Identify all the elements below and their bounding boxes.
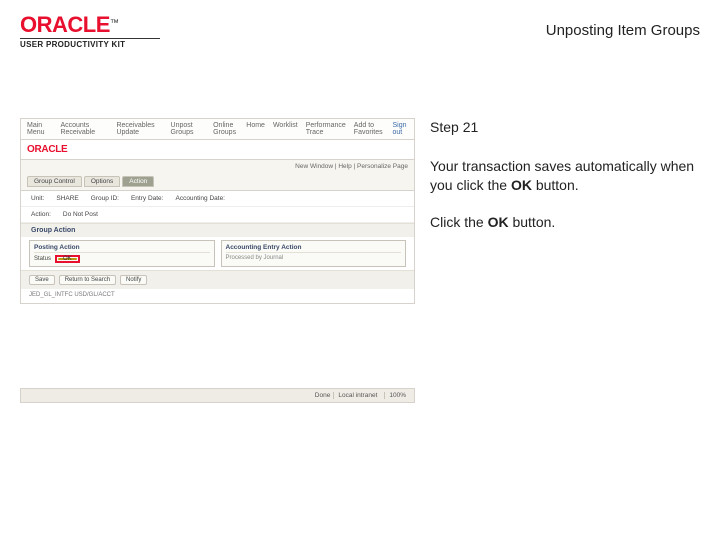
step-label: Step 21	[430, 118, 698, 137]
link-signout[interactable]: Sign out	[393, 122, 408, 136]
tab-options[interactable]: Options	[84, 176, 120, 187]
link-home[interactable]: Home	[246, 122, 265, 136]
para2-bold: OK	[488, 214, 509, 230]
app-logo-row: ORACLE	[21, 140, 414, 160]
page-title: Unposting Item Groups	[546, 22, 700, 39]
menu-recvupdate[interactable]: Receivables Update	[116, 122, 162, 136]
posting-action-box: Posting Action Status OK	[29, 240, 215, 267]
app-oracle-logo: ORACLE	[27, 144, 67, 155]
top-right-links: Home Worklist Performance Trace Add to F…	[246, 122, 408, 136]
unit-value: SHARE	[56, 195, 78, 202]
tab-group-control[interactable]: Group Control	[27, 176, 82, 187]
tab-strip: Group Control Options Action	[21, 173, 414, 191]
header: ORACLE™ USER PRODUCTIVITY KIT Unposting …	[20, 14, 700, 49]
posting-action-title: Posting Action	[34, 244, 210, 253]
para1-bold: OK	[511, 177, 532, 193]
group-action-panels: Posting Action Status OK Accounting Entr…	[21, 237, 414, 270]
ok-highlight-frame: OK	[55, 255, 80, 263]
link-favorites[interactable]: Add to Favorites	[354, 122, 385, 136]
brand-block: ORACLE™ USER PRODUCTIVITY KIT	[20, 14, 160, 49]
brand-oracle: ORACLE	[20, 12, 110, 37]
instruction-para-1: Your transaction saves automatically whe…	[430, 157, 698, 195]
entrydate-label: Entry Date:	[131, 195, 164, 202]
breadcrumb-menus: Main Menu Accounts Receivable Receivable…	[27, 122, 246, 136]
link-worklist[interactable]: Worklist	[273, 122, 298, 136]
status-label: Status	[34, 256, 51, 262]
acctdate-label: Accounting Date:	[175, 195, 225, 202]
unit-label: Unit:	[31, 195, 44, 202]
groupid-label: Group ID:	[91, 195, 119, 202]
app-screenshot: Main Menu Accounts Receivable Receivable…	[20, 118, 415, 304]
para2-pre: Click the	[430, 214, 488, 230]
page-action-bar: Save Return to Search Notify	[21, 270, 414, 289]
acct-entry-body: Processed by Journal	[226, 255, 402, 261]
acct-entry-action-box: Accounting Entry Action Processed by Jou…	[221, 240, 407, 267]
browser-statusbar: Done Local intranet 100%	[20, 388, 415, 403]
menu-unpost[interactable]: Unpost Groups	[171, 122, 206, 136]
instruction-panel: Step 21 Your transaction saves automatic…	[430, 118, 698, 250]
status-zone: Local intranet	[333, 392, 381, 399]
return-search-button[interactable]: Return to Search	[59, 275, 116, 285]
personalize-links[interactable]: New Window | Help | Personalize Page	[21, 160, 414, 173]
para1-post: button.	[532, 177, 579, 193]
app-footer-info: JED_GL_INTFC USD/GL/ACCT	[21, 289, 414, 303]
acct-entry-title: Accounting Entry Action	[226, 244, 402, 253]
action-value: Do Not Post	[63, 211, 98, 218]
menu-online[interactable]: Online Groups	[213, 122, 246, 136]
section-group-action: Group Action	[21, 223, 414, 237]
menu-ar[interactable]: Accounts Receivable	[60, 122, 108, 136]
brand-subline: USER PRODUCTIVITY KIT	[20, 38, 160, 49]
posting-action-body: Status OK	[34, 255, 210, 263]
info-row-1: Unit: SHARE Group ID: Entry Date: Accoun…	[21, 191, 414, 207]
info-row-2: Action: Do Not Post	[21, 207, 414, 223]
link-perftrace[interactable]: Performance Trace	[306, 122, 346, 136]
tab-action[interactable]: Action	[122, 176, 154, 187]
notify-button[interactable]: Notify	[120, 275, 147, 285]
status-zoom: 100%	[384, 392, 410, 399]
action-label: Action:	[31, 211, 51, 218]
ok-button[interactable]: OK	[58, 258, 77, 260]
status-done: Done	[315, 392, 331, 399]
instruction-para-2: Click the OK button.	[430, 213, 698, 232]
save-button[interactable]: Save	[29, 275, 55, 285]
para2-post: button.	[509, 214, 556, 230]
menu-main[interactable]: Main Menu	[27, 122, 52, 136]
brand-logo: ORACLE™	[20, 14, 160, 36]
app-top-menu: Main Menu Accounts Receivable Receivable…	[21, 119, 414, 140]
trademark: ™	[110, 18, 119, 28]
